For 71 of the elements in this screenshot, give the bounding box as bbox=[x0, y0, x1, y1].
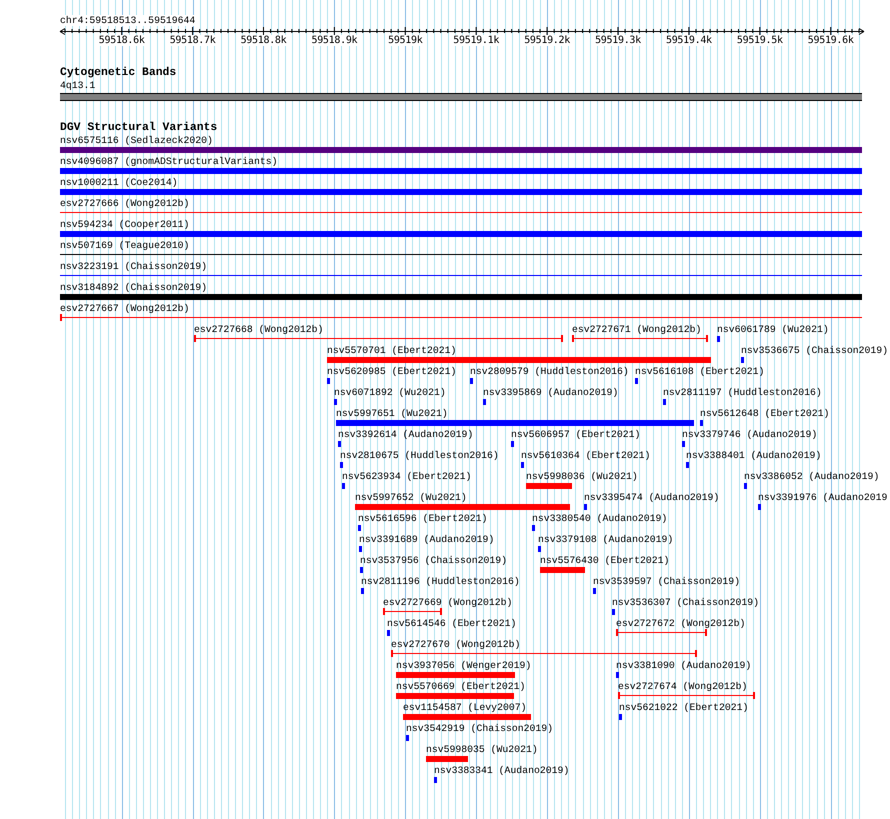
ruler-tick-label: 59519.4k bbox=[666, 35, 712, 46]
ruler-tick-label: 59519.6k bbox=[808, 35, 854, 46]
feature-label: nsv5610364 (Ebert2021) bbox=[521, 450, 650, 461]
feature-label: nsv5997651 (Wu2021) bbox=[336, 408, 448, 419]
feature-label: nsv5620985 (Ebert2021) bbox=[327, 366, 456, 377]
feature-label: esv2727670 (Wong2012b) bbox=[391, 639, 520, 650]
feature-label: nsv5998035 (Wu2021) bbox=[426, 744, 538, 755]
ruler-tick-label: 59518.7k bbox=[170, 35, 216, 46]
feature-label: nsv1000211 (Coe2014) bbox=[60, 177, 178, 188]
feature-label: esv2727669 (Wong2012b) bbox=[383, 597, 512, 608]
feature-label: nsv5570701 (Ebert2021) bbox=[327, 345, 456, 356]
feature-label: nsv5616596 (Ebert2021) bbox=[358, 513, 488, 524]
ruler-tick-label: 59518.6k bbox=[98, 35, 145, 46]
feature-label: nsv2810675 (Huddleston2016) bbox=[340, 450, 499, 461]
feature-label: nsv3937056 (Wenger2019) bbox=[396, 660, 532, 671]
feature-label: nsv5576430 (Ebert2021) bbox=[540, 555, 670, 566]
feature-label: nsv5997652 (Wu2021) bbox=[355, 492, 467, 503]
feature-label: nsv3386052 (Audano2019) bbox=[744, 471, 880, 482]
feature-label: nsv5621022 (Ebert2021) bbox=[619, 702, 748, 713]
band-label: 4q13.1 bbox=[60, 80, 96, 91]
feature-label: nsv3379108 (Audano2019) bbox=[538, 534, 674, 545]
ruler-tick-label: 59519.2k bbox=[524, 35, 570, 46]
feature-label: nsv6575116 (Sedlazeck2020) bbox=[60, 135, 213, 146]
ruler-tick-label: 59518.9k bbox=[312, 35, 358, 46]
feature-label: nsv3383341 (Audano2019) bbox=[434, 765, 570, 776]
feature-label: nsv5998036 (Wu2021) bbox=[526, 471, 638, 482]
feature-label: nsv2811197 (Huddleston2016) bbox=[663, 387, 822, 398]
feature-label: nsv4096087 (gnomADStructuralVariants) bbox=[60, 156, 278, 167]
ruler-tick-label: 59519.1k bbox=[453, 35, 500, 46]
feature-label: esv2727674 (Wong2012b) bbox=[618, 681, 748, 692]
feature-label: nsv3388401 (Audano2019) bbox=[686, 450, 822, 461]
feature-label: nsv3537956 (Chaisson2019) bbox=[360, 555, 507, 566]
ruler-tick-label: 59518.8k bbox=[240, 35, 286, 46]
feature-label: esv2727666 (Wong2012b) bbox=[60, 198, 190, 209]
feature-label: nsv5616108 (Ebert2021) bbox=[635, 366, 764, 377]
feature-label: nsv5614546 (Ebert2021) bbox=[387, 618, 516, 629]
feature-label: nsv3395474 (Audano2019) bbox=[584, 492, 720, 503]
feature-label: nsv5606957 (Ebert2021) bbox=[511, 429, 640, 440]
feature-label: nsv3391976 (Audano2019 bbox=[758, 492, 888, 503]
ruler-tick-label: 59519.3k bbox=[595, 35, 641, 46]
location-label: chr4:59518513..59519644 bbox=[60, 15, 196, 26]
feature-label: nsv3379746 (Audano2019) bbox=[682, 429, 818, 440]
feature-label: nsv3392614 (Audano2019) bbox=[338, 429, 474, 440]
feature-label: nsv6071892 (Wu2021) bbox=[334, 387, 446, 398]
feature-label: nsv3395869 (Audano2019) bbox=[483, 387, 618, 398]
feature-label: nsv5570669 (Ebert2021) bbox=[396, 681, 526, 692]
feature-label: nsv5612648 (Ebert2021) bbox=[700, 408, 830, 419]
track-title: Cytogenetic Bands bbox=[60, 67, 176, 79]
feature-label: esv2727672 (Wong2012b) bbox=[616, 618, 746, 629]
feature-label: nsv3381090 (Audano2019) bbox=[616, 660, 752, 671]
feature-label: esv1154587 (Levy2007) bbox=[403, 702, 526, 713]
feature-label: nsv3184892 (Chaisson2019) bbox=[60, 282, 207, 293]
feature-label: nsv2809579 (Huddleston2016) bbox=[470, 366, 629, 377]
feature-label: nsv3536675 (Chaisson2019) bbox=[741, 345, 888, 356]
feature-label: nsv2811196 (Huddleston2016) bbox=[361, 576, 520, 587]
feature-label: nsv594234 (Cooper2011) bbox=[60, 219, 190, 230]
feature-label: nsv3380540 (Audano2019) bbox=[532, 513, 668, 524]
feature-label: esv2727671 (Wong2012b) bbox=[572, 324, 702, 335]
feature-label: nsv3536307 (Chaisson2019) bbox=[612, 597, 759, 608]
feature-label: nsv3223191 (Chaisson2019) bbox=[60, 261, 207, 272]
feature-label: nsv6061789 (Wu2021) bbox=[717, 324, 829, 335]
feature-label: nsv3391689 (Audano2019) bbox=[359, 534, 494, 545]
feature-label: nsv3539597 (Chaisson2019) bbox=[593, 576, 740, 587]
feature-label: nsv507169 (Teague2010) bbox=[60, 240, 190, 251]
feature-label: esv2727667 (Wong2012b) bbox=[60, 303, 190, 314]
feature-label: nsv3542919 (Chaisson2019) bbox=[406, 723, 553, 734]
ruler-tick-label: 59519k bbox=[388, 35, 422, 46]
ruler-tick-label: 59519.5k bbox=[736, 35, 783, 46]
feature-label: nsv5623934 (Ebert2021) bbox=[342, 471, 472, 482]
track-title: DGV Structural Variants bbox=[60, 122, 218, 134]
feature-label: esv2727668 (Wong2012b) bbox=[194, 324, 324, 335]
